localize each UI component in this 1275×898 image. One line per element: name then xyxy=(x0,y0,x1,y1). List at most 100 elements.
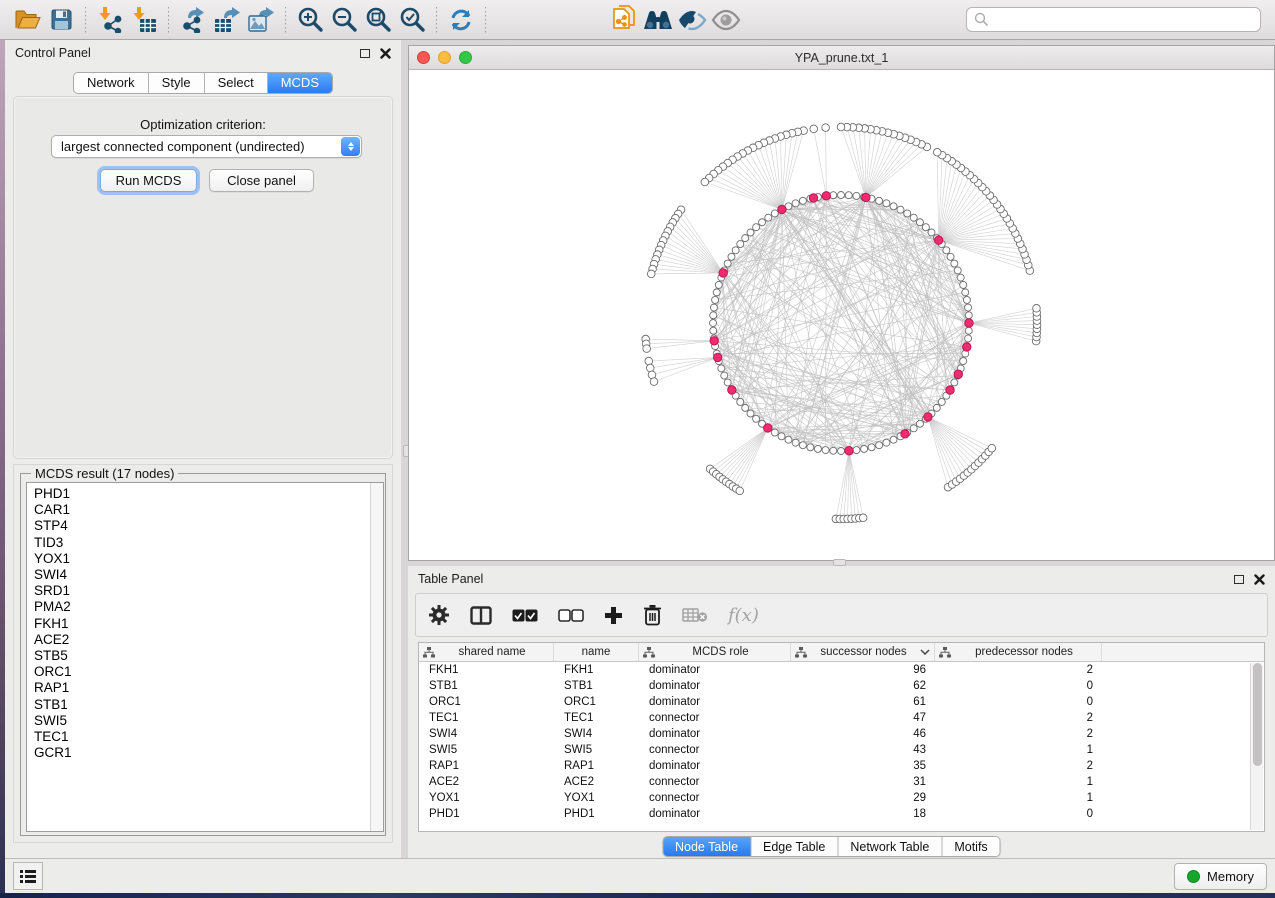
network-node[interactable] xyxy=(965,327,972,334)
export-image-button[interactable] xyxy=(244,4,278,36)
tab-network[interactable]: Network xyxy=(74,73,149,93)
mcds-result-item[interactable]: SRD1 xyxy=(34,583,383,599)
task-history-button[interactable] xyxy=(13,862,43,890)
float-panel-icon[interactable] xyxy=(360,49,370,58)
network-node[interactable] xyxy=(988,444,996,452)
select-all-button[interactable] xyxy=(512,600,538,630)
network-node[interactable] xyxy=(710,312,717,319)
export-table-button[interactable] xyxy=(210,4,244,36)
network-node[interactable] xyxy=(861,445,868,452)
table-row[interactable]: SWI5SWI5connector431 xyxy=(419,742,1264,758)
network-node[interactable] xyxy=(922,224,929,231)
network-hub-node[interactable] xyxy=(965,319,973,327)
memory-button[interactable]: Memory xyxy=(1174,863,1267,890)
float-panel-icon[interactable] xyxy=(1234,575,1244,584)
network-node[interactable] xyxy=(965,312,972,319)
table-row[interactable]: PHD1PHD1dominator180 xyxy=(419,806,1264,822)
network-node[interactable] xyxy=(897,206,904,213)
mcds-result-item[interactable]: STP4 xyxy=(34,518,383,534)
network-node[interactable] xyxy=(778,433,785,440)
network-node[interactable] xyxy=(737,241,744,248)
network-node[interactable] xyxy=(771,210,778,217)
search-objects-button[interactable] xyxy=(641,4,675,36)
network-node[interactable] xyxy=(910,425,917,432)
network-node[interactable] xyxy=(965,304,972,311)
network-hub-node[interactable] xyxy=(954,370,962,378)
table-options-button[interactable] xyxy=(428,600,450,630)
network-node[interactable] xyxy=(710,327,717,334)
network-node[interactable] xyxy=(933,148,941,156)
network-node[interactable] xyxy=(646,364,654,372)
zoom-out-button[interactable] xyxy=(327,4,361,36)
network-node[interactable] xyxy=(838,192,845,199)
mcds-result-item[interactable]: FKH1 xyxy=(34,616,383,632)
network-node[interactable] xyxy=(765,214,772,221)
network-node[interactable] xyxy=(890,436,897,443)
network-node[interactable] xyxy=(954,267,961,274)
mcds-result-item[interactable]: ACE2 xyxy=(34,632,383,648)
network-hub-node[interactable] xyxy=(714,353,722,361)
network-hub-node[interactable] xyxy=(963,343,971,351)
mcds-result-item[interactable]: TID3 xyxy=(34,535,383,551)
run-mcds-button[interactable]: Run MCDS xyxy=(100,169,197,192)
network-hub-node[interactable] xyxy=(946,386,954,394)
delete-table-button[interactable] xyxy=(682,600,708,630)
mcds-result-item[interactable]: GCR1 xyxy=(34,745,383,761)
table-row[interactable]: ACE2ACE2connector311 xyxy=(419,774,1264,790)
network-node[interactable] xyxy=(916,219,923,226)
result-list-scrollbar[interactable] xyxy=(370,483,383,831)
network-hub-node[interactable] xyxy=(778,205,786,213)
network-node[interactable] xyxy=(721,372,728,379)
tab-mcds[interactable]: MCDS xyxy=(268,73,332,93)
network-canvas[interactable] xyxy=(409,70,1274,560)
network-node[interactable] xyxy=(938,398,945,405)
tab-select[interactable]: Select xyxy=(205,73,268,93)
mcds-result-item[interactable]: STB5 xyxy=(34,648,383,664)
network-node[interactable] xyxy=(853,192,860,199)
network-node[interactable] xyxy=(883,439,890,446)
deselect-all-button[interactable] xyxy=(558,600,584,630)
zoom-in-button[interactable] xyxy=(293,4,327,36)
network-node[interactable] xyxy=(785,436,792,443)
mcds-result-item[interactable]: STB1 xyxy=(34,697,383,713)
network-node[interactable] xyxy=(736,487,744,495)
network-node[interactable] xyxy=(859,514,867,522)
table-row[interactable]: TEC1TEC1connector472 xyxy=(419,710,1264,726)
network-node[interactable] xyxy=(742,235,749,242)
network-hub-node[interactable] xyxy=(719,269,727,277)
column-header[interactable]: name xyxy=(554,643,639,661)
network-node[interactable] xyxy=(718,365,725,372)
network-node[interactable] xyxy=(728,253,735,260)
mcds-result-item[interactable]: SWI5 xyxy=(34,713,383,729)
mcds-result-item[interactable]: YOX1 xyxy=(34,551,383,567)
tab-network-table[interactable]: Network Table xyxy=(838,837,942,856)
network-node[interactable] xyxy=(951,260,958,267)
network-node[interactable] xyxy=(799,442,806,449)
network-node[interactable] xyxy=(814,445,821,452)
table-scrollbar[interactable] xyxy=(1250,663,1263,830)
network-node[interactable] xyxy=(957,274,964,281)
function-builder-button[interactable]: f(x) xyxy=(728,600,759,630)
network-node[interactable] xyxy=(916,420,923,427)
mcds-result-item[interactable]: PHD1 xyxy=(34,486,383,502)
network-node[interactable] xyxy=(647,270,655,278)
network-node[interactable] xyxy=(830,447,837,454)
network-node[interactable] xyxy=(947,253,954,260)
network-node[interactable] xyxy=(838,448,845,455)
network-node[interactable] xyxy=(822,447,829,454)
network-node[interactable] xyxy=(799,197,806,204)
mcds-result-item[interactable]: RAP1 xyxy=(34,680,383,696)
hide-selected-button[interactable] xyxy=(675,4,709,36)
network-node[interactable] xyxy=(904,210,911,217)
network-node[interactable] xyxy=(1033,305,1041,313)
network-node[interactable] xyxy=(943,247,950,254)
network-hub-node[interactable] xyxy=(764,424,772,432)
search-input[interactable] xyxy=(966,7,1261,32)
mcds-result-item[interactable]: ORC1 xyxy=(34,664,383,680)
tab-motifs[interactable]: Motifs xyxy=(942,837,999,856)
close-panel-icon[interactable] xyxy=(1254,574,1265,585)
tab-style[interactable]: Style xyxy=(149,73,205,93)
network-node[interactable] xyxy=(643,345,651,353)
network-node[interactable] xyxy=(910,214,917,221)
save-session-button[interactable] xyxy=(44,4,78,36)
